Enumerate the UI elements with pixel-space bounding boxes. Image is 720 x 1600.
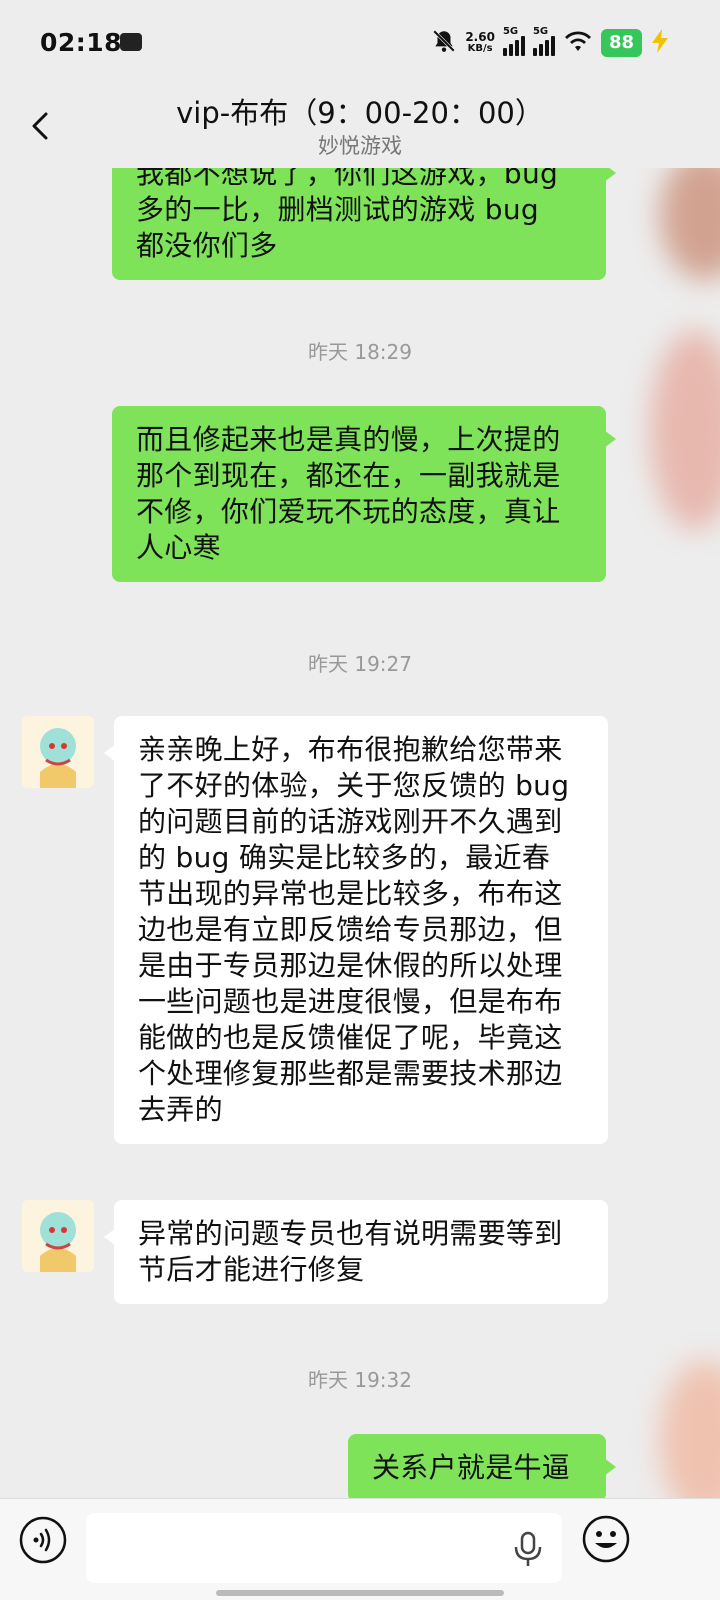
timestamp: 昨天 19:27 [308,652,412,676]
message-line: 能做的也是反馈催促了呢，毕竟这 [138,1021,563,1054]
message-line: 亲亲晚上好，布布很抱歉给您带来 [138,733,563,766]
voice-input-button[interactable] [18,1515,68,1565]
chat-title: vip-布布（9：00-20：00） [176,96,544,130]
message-bubble-received[interactable]: 亲亲晚上好，布布很抱歉给您带来 了不好的体验，关于您反馈的 bug 的问题目前的… [104,716,608,1144]
message-line: 节后才能进行修复 [138,1253,365,1286]
chat-header: vip-布布（9：00-20：00） 妙悦游戏 [0,88,720,168]
message-line: 多的一比，删档测试的游戏 bug [136,193,539,226]
message-line: 个处理修复那些都是需要技术那边 [138,1057,563,1090]
message-bubble-received[interactable]: 异常的问题专员也有说明需要等到 节后才能进行修复 [104,1200,608,1304]
message-line: 的问题目前的话游戏刚开不久遇到 [138,805,563,838]
microphone-button[interactable] [510,1529,546,1569]
message-line: 是由于专员那边是休假的所以处理 [138,949,563,982]
chat-subtitle: 妙悦游戏 [318,134,402,158]
chat-message-list[interactable]: 我都不想说了，你们这游戏，bug 多的一比，删档测试的游戏 bug 都没你们多 … [0,0,720,1498]
message-line: 都没你们多 [136,229,278,262]
home-indicator[interactable] [216,1590,504,1596]
timestamp: 昨天 18:29 [308,340,412,364]
charging-bolt-icon [650,29,670,57]
message-input-bar [0,1498,720,1600]
voice-input-icon [19,1516,67,1564]
network-speed-value: 2.60 [465,30,495,44]
message-line: 异常的问题专员也有说明需要等到 [138,1217,563,1250]
notification-app-icon [120,33,142,51]
message-line: 那个到现在，都还在，一副我就是 [136,459,561,492]
message-bubble-sent[interactable]: 关系户就是牛逼 [348,1434,616,1498]
status-bar: 02:18 2.60 KB/s 5G 5G 88 [0,0,720,88]
message-line: 而且修起来也是真的慢，上次提的 [136,423,561,456]
message-line: 人心寒 [136,531,221,564]
message-line: 节出现的异常也是比较多，布布这 [138,877,563,910]
microphone-icon [514,1531,542,1566]
message-line: 了不好的体验，关于您反馈的 bug [138,769,570,802]
message-line: 的 bug 确实是比较多的，最近春 [138,841,551,874]
signal-icon: 5G [532,26,555,56]
wifi-icon [563,29,593,57]
blurred-sticker-decoration [660,150,720,280]
signal-label: 5G [502,26,519,37]
message-line: 关系户就是牛逼 [372,1451,571,1484]
avatar[interactable] [22,1200,94,1272]
timestamp: 昨天 19:32 [308,1368,412,1392]
message-text-input[interactable] [86,1513,562,1583]
emoji-icon [582,1515,630,1563]
mute-bell-icon [431,28,457,58]
message-line: 去弄的 [138,1093,223,1126]
avatar[interactable] [22,716,94,788]
message-line: 一些问题也是进度很慢，但是布布 [138,985,563,1018]
signal-label: 5G [532,26,549,37]
signal-icon: 5G [502,26,525,56]
network-speed: 2.60 KB/s [465,31,495,55]
battery-indicator: 88 [600,29,642,57]
clock: 02:18 [40,28,123,57]
network-speed-unit: KB/s [467,43,493,54]
message-line: 边也是有立即反馈给专员那边，但 [138,913,563,946]
message-bubble-sent[interactable]: 而且修起来也是真的慢，上次提的 那个到现在，都还在，一副我就是 不修，你们爱玩不… [112,406,616,582]
message-line: 不修，你们爱玩不玩的态度，真让 [136,495,561,528]
emoji-button[interactable] [580,1513,632,1565]
